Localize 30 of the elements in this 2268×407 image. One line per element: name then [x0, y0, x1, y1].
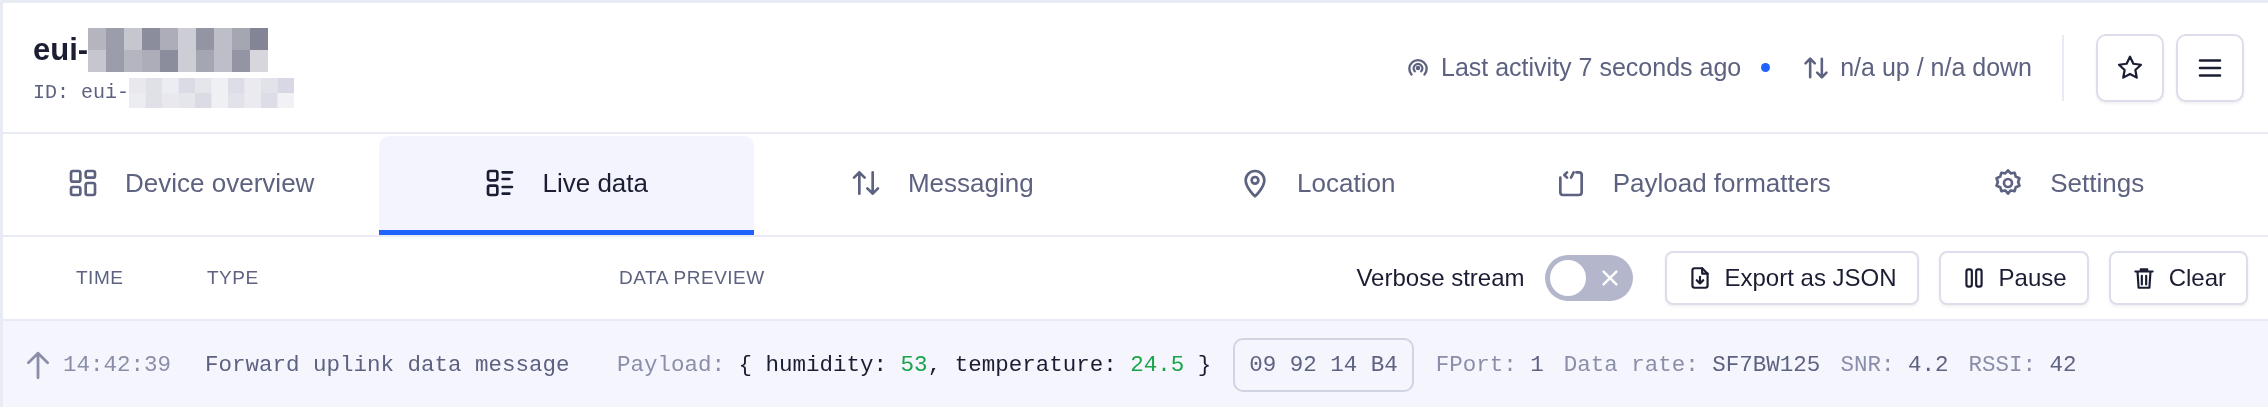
tab[interactable]: Device overview [3, 136, 379, 235]
last-activity: Last activity 7 seconds ago [1441, 53, 1742, 82]
meta-field: FPort: 1 [1435, 351, 1544, 378]
clear-button[interactable]: Clear [2108, 251, 2248, 305]
meta-field: Data rate: SF7BW125 [1563, 351, 1821, 378]
verbose-toggle[interactable] [1544, 255, 1633, 301]
tab[interactable]: Live data [378, 136, 754, 235]
menu-button[interactable] [2176, 33, 2244, 102]
tab[interactable]: Messaging [754, 136, 1130, 235]
payload-preview: Payload: { humidity: 53, temperature: 24.5 } [617, 351, 1212, 378]
toggle-label: Verbose stream [1356, 264, 1525, 292]
tab[interactable]: Settings [1880, 136, 2256, 235]
tab[interactable]: Location [1129, 136, 1505, 235]
column-header: DATA PREVIEW [619, 267, 765, 289]
star-button[interactable] [2096, 33, 2164, 102]
column-header: TYPE [207, 267, 260, 289]
up-arrow-icon [25, 349, 51, 380]
device-title: eui- [33, 31, 89, 68]
export-button[interactable]: Export as JSON [1664, 251, 1919, 305]
tab[interactable]: Payload formatters [1505, 136, 1881, 235]
device-id: ID: eui- [33, 81, 129, 104]
meta-field: RSSI: 42 [1968, 351, 2077, 378]
type-cell-text: Forward uplink data message [205, 351, 571, 378]
traffic-summary: n/a up / n/a down [1840, 53, 2032, 82]
bytes-chip: 09 92 14 B4 [1233, 337, 1414, 392]
pause-button[interactable]: Pause [1938, 251, 2089, 305]
time-cell-text: 14:42:39 [63, 351, 173, 378]
activity-dot [1761, 63, 1771, 72]
meta-field: SNR: 4.2 [1840, 351, 1949, 378]
column-header: TIME [76, 267, 125, 289]
